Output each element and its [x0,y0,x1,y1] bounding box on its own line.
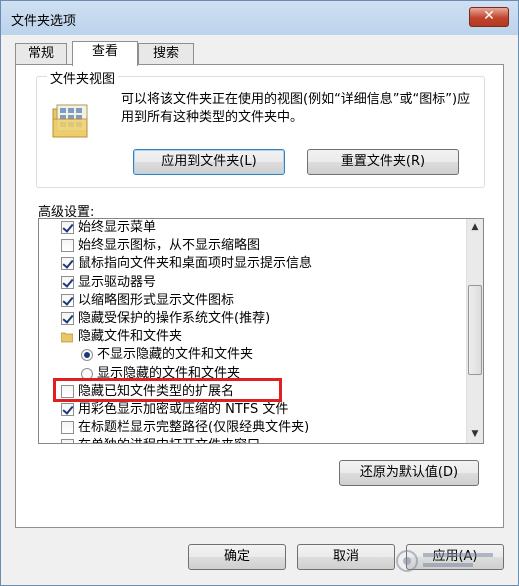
close-icon: ✕ [483,8,495,24]
setting-checkbox[interactable] [61,293,74,307]
setting-checkbox[interactable] [61,239,74,253]
setting-checkbox[interactable] [61,221,74,234]
folder-icon [61,332,73,343]
folder-options-window: 文件夹选项 ✕ 常规 查看 搜索 文件夹视图 可以将该文件夹正在使用的视图(例如… [0,0,519,586]
setting-row[interactable]: 隐藏受保护的操作系统文件(推荐) [39,310,467,328]
setting-row[interactable]: 显示驱动器号 [39,274,467,292]
folder-view-icon [52,104,88,138]
setting-row[interactable]: 不显示隐藏的文件和文件夹 [39,346,467,364]
setting-row[interactable]: 始终显示菜单 [39,219,467,237]
setting-row[interactable]: 始终显示图标，从不显示缩略图 [39,237,467,255]
setting-row[interactable]: 隐藏文件和文件夹 [39,328,467,346]
setting-radio[interactable] [81,349,93,362]
setting-checkbox[interactable] [61,403,74,416]
folder-views-description: 可以将该文件夹正在使用的视图(例如“详细信息”或“图标”)应用到所有这种类型的文… [121,92,471,125]
highlight-annotation [53,378,282,402]
setting-checkbox[interactable] [61,439,74,443]
restore-defaults-button[interactable]: 还原为默认值(D) [339,460,479,486]
watermark-logo-icon [396,550,493,572]
folder-views-legend: 文件夹视图 [47,68,119,87]
tab-view[interactable]: 查看 [72,41,138,66]
title-bar[interactable]: 文件夹选项 ✕ [1,1,518,35]
setting-row[interactable]: 鼠标指向文件夹和桌面项时显示提示信息 [39,255,467,273]
setting-row[interactable]: 在单独的进程中打开文件夹窗口 [39,437,467,443]
setting-label: 始终显示菜单 [78,220,157,235]
setting-checkbox[interactable] [61,312,74,325]
setting-checkbox[interactable] [61,421,74,435]
setting-label: 用彩色显示加密或压缩的 NTFS 文件 [78,402,289,417]
view-tab-panel: 文件夹视图 可以将该文件夹正在使用的视图(例如“详细信息”或“图标”)应用到所有… [15,64,504,528]
scroll-up-icon[interactable]: ▲ [467,219,483,236]
setting-label: 在标题栏显示完整路径(仅限经典文件夹) [78,420,310,436]
setting-checkbox[interactable] [61,275,74,289]
setting-row[interactable]: 在标题栏显示完整路径(仅限经典文件夹) [39,419,467,437]
ok-button[interactable]: 确定 [188,544,286,570]
scroll-thumb[interactable] [468,285,482,375]
setting-label: 始终显示图标，从不显示缩略图 [78,238,261,254]
setting-label: 隐藏受保护的操作系统文件(推荐) [78,311,271,326]
tab-general[interactable]: 常规 [15,43,67,65]
setting-label: 鼠标指向文件夹和桌面项时显示提示信息 [78,256,313,272]
setting-row[interactable]: 用彩色显示加密或压缩的 NTFS 文件 [39,401,467,419]
setting-label: 以缩略图形式显示文件图标 [78,292,235,308]
scroll-down-icon[interactable]: ▼ [467,426,483,443]
close-button[interactable]: ✕ [469,7,509,27]
setting-label: 不显示隐藏的文件和文件夹 [97,347,254,363]
setting-label: 显示驱动器号 [78,274,157,290]
reset-folders-button[interactable]: 重置文件夹(R) [307,149,459,175]
setting-label: 隐藏文件和文件夹 [78,329,183,345]
advanced-settings-tree[interactable]: 始终显示菜单始终显示图标，从不显示缩略图鼠标指向文件夹和桌面项时显示提示信息 显示… [38,218,484,444]
apply-to-folders-button[interactable]: 应用到文件夹(L) [133,149,285,175]
setting-label: 在单独的进程中打开文件夹窗口 [78,437,260,443]
folder-views-group: 文件夹视图 可以将该文件夹正在使用的视图(例如“详细信息”或“图标”)应用到所有… [36,68,485,188]
cancel-button[interactable]: 取消 [297,544,395,570]
tab-search[interactable]: 搜索 [138,43,194,65]
setting-row[interactable]: 以缩略图形式显示文件图标 [39,292,467,310]
tree-scrollbar[interactable]: ▲ ▼ [466,219,483,443]
window-title: 文件夹选项 [11,14,77,29]
setting-checkbox[interactable] [61,257,74,271]
